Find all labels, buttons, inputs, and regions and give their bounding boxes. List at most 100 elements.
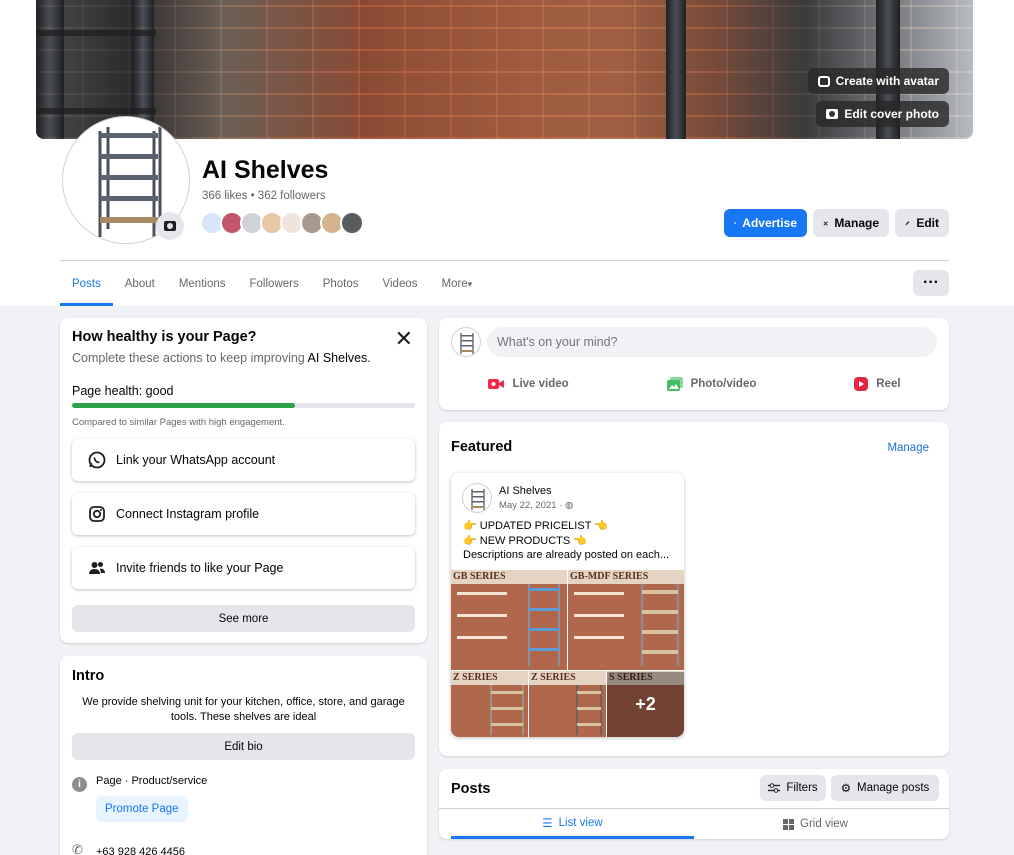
whats-on-your-mind-input[interactable] [487,327,937,357]
page-tabs: Posts About Mentions Followers Photos Videos M… [60,262,484,306]
intro-card: Intro We provide shelving unit for your … [60,656,427,855]
cover-photo[interactable]: Create with avatar Edit cover photo [36,0,973,139]
edit-cover-button[interactable]: Edit cover photo [816,101,949,127]
post-date-text: May 22, 2021 · [499,500,563,511]
reel-icon [854,377,869,391]
page-health-card: How healthy is your Page? ✕ Complete the… [60,318,427,643]
tab-label: Videos [382,278,418,290]
page-stats[interactable]: 366 likes • 362 followers [202,190,326,202]
shelf-product-icon [490,685,524,735]
posts-title: Posts [451,781,491,797]
health-subtitle-prefix: Complete these actions to keep improving [72,351,308,365]
whatsapp-icon [88,451,106,469]
health-compare: Compared to similar Pages with high enga… [72,417,285,428]
reel-label: Reel [876,378,901,390]
tab-posts[interactable]: Posts [60,262,113,306]
tab-mentions[interactable]: Mentions [167,262,238,306]
post-image[interactable]: Z SERIES [529,671,606,737]
task-label: Invite friends to like your Page [116,561,284,575]
list-view-tab[interactable]: ☰ List view [451,809,694,839]
edit-button[interactable]: Edit [895,209,949,237]
more-images-overlay[interactable]: +2 [607,672,684,737]
task-invite[interactable]: Invite friends to like your Page [72,547,415,589]
camera-icon [826,109,839,119]
header-divider [60,260,949,261]
point-down-icon: 👉 [463,535,477,547]
tab-followers[interactable]: Followers [238,262,311,306]
shelf-product-icon [574,584,679,666]
page-title: AI Shelves [202,156,329,184]
ellipsis-icon: ··· [923,274,939,291]
profile-camera-button[interactable] [156,212,184,240]
live-video-icon [488,379,505,389]
shelf-logo-icon [460,333,474,354]
task-whatsapp[interactable]: Link your WhatsApp account [72,439,415,481]
post-image[interactable]: GB SERIES [451,570,567,670]
live-video-label: Live video [512,378,569,390]
post-line-text: UPDATED PRICELIST [479,520,592,532]
list-view-label: List view [558,816,603,829]
grid-icon [783,818,795,830]
see-more-button[interactable]: See more [72,605,415,632]
shelf-product-icon [457,584,560,666]
post-composer: Live video Photo/video Reel [439,318,949,410]
featured-card: Featured Manage AI Shelves May 22, 2021 … [439,422,949,756]
follower-avatars[interactable] [200,211,364,235]
edit-bio-button[interactable]: Edit bio [72,733,415,760]
manage-button[interactable]: Manage [813,209,889,237]
create-avatar-button[interactable]: Create with avatar [807,68,949,94]
filters-label: Filters [786,782,818,794]
point-down-icon: 👉 [463,520,477,532]
promote-page-button[interactable]: Promote Page [96,796,188,822]
tab-about[interactable]: About [113,262,167,306]
photo-video-label: Photo/video [690,378,757,390]
edit-label: Edit [916,216,939,230]
health-status: Page health: good [72,384,174,398]
post-avatar[interactable] [462,483,492,513]
health-progress-fill [72,403,295,408]
photo-video-button[interactable]: Photo/video [666,376,757,392]
featured-post[interactable]: AI Shelves May 22, 2021 · ◍ 👉 UPDATED PR… [451,473,684,737]
tab-videos[interactable]: Videos [371,262,430,306]
caret-down-icon: ▾ [467,278,473,289]
tab-more[interactable]: More ▾ [430,262,485,306]
post-image[interactable]: GB-MDF SERIES [568,570,684,670]
point-icon: 👈 [573,535,587,547]
post-image[interactable]: Z SERIES [451,671,528,737]
follower-avatar[interactable] [340,211,364,235]
reel-button[interactable]: Reel [853,376,901,392]
post-line-text: NEW PRODUCTS [479,535,571,547]
health-subtitle: Complete these actions to keep improving… [72,351,371,365]
featured-manage-link[interactable]: Manage [887,442,929,454]
post-image-grid[interactable]: GB SERIES GB-MDF SERIES Z SERIES Z SERIE… [451,570,684,737]
shelf-post [666,0,686,139]
tab-label: More [441,278,468,290]
overflow-menu-button[interactable]: ··· [913,270,949,296]
task-label: Connect Instagram profile [116,507,260,521]
sliders-icon [768,783,781,793]
live-video-button[interactable]: Live video [487,376,569,392]
instagram-icon [89,506,105,522]
close-icon[interactable]: ✕ [395,328,413,350]
post-date[interactable]: May 22, 2021 · ◍ [499,500,573,511]
point-icon: 👈 [594,520,608,532]
list-icon: ☰ [542,817,553,830]
post-line: 👉 UPDATED PRICELIST 👈 [463,519,608,532]
manage-posts-label: Manage posts [857,782,930,794]
composer-avatar[interactable] [451,327,481,357]
globe-icon: ◍ [565,500,574,511]
advertise-button[interactable]: Advertise [724,209,807,237]
tab-photos[interactable]: Photos [311,262,371,306]
grid-view-tab[interactable]: Grid view [694,809,937,839]
filters-button[interactable]: Filters [760,775,826,801]
photo-icon [666,377,683,391]
grid-view-label: Grid view [800,818,848,830]
health-title: How healthy is your Page? [72,329,257,345]
intro-bio: We provide shelving unit for your kitche… [82,696,405,723]
pencil-icon [905,221,910,226]
intro-title: Intro [72,668,105,684]
megaphone-icon [734,222,736,224]
manage-posts-button[interactable]: ⚙ Manage posts [831,775,939,801]
task-instagram[interactable]: Connect Instagram profile [72,493,415,535]
post-author[interactable]: AI Shelves [499,485,552,497]
